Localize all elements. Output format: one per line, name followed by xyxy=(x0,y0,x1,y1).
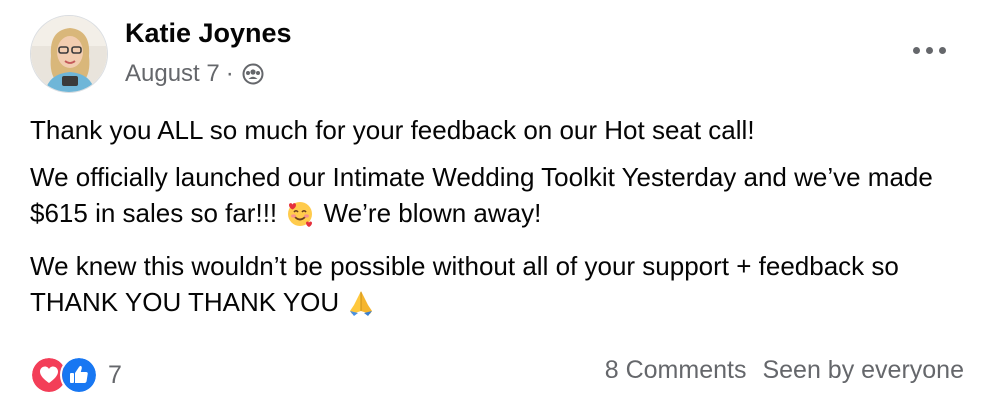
meta-separator: · xyxy=(225,60,234,87)
comments-count-link[interactable]: 8 Comments xyxy=(605,356,747,385)
group-icon[interactable] xyxy=(242,63,264,85)
post-meta: August 7 · xyxy=(125,60,264,88)
like-reaction-icon xyxy=(60,356,98,394)
post-body: Thank you ALL so much for your feedback … xyxy=(30,112,970,337)
folded-hands-emoji xyxy=(348,289,374,326)
post-text: We’re blown away! xyxy=(323,198,542,228)
post-text: We knew this wouldn’t be possible withou… xyxy=(30,251,899,317)
reaction-count: 7 xyxy=(108,360,122,389)
reactions-summary[interactable]: 7 xyxy=(30,356,122,394)
post-card: Katie Joynes August 7 · Thank you ALL so… xyxy=(0,0,994,412)
more-options-icon[interactable] xyxy=(910,38,950,64)
post-stats: 8 Comments Seen by everyone xyxy=(605,356,964,385)
post-paragraph: We knew this wouldn’t be possible withou… xyxy=(30,248,970,326)
post-footer: 7 8 Comments Seen by everyone xyxy=(30,352,964,396)
author-name[interactable]: Katie Joynes xyxy=(125,18,292,49)
post-date[interactable]: August 7 xyxy=(125,60,220,88)
avatar[interactable] xyxy=(30,15,108,93)
post-paragraph: Thank you ALL so much for your feedback … xyxy=(30,115,755,145)
smiling-face-with-hearts-emoji xyxy=(286,200,314,237)
seen-by-link[interactable]: Seen by everyone xyxy=(762,356,964,385)
post-paragraph: We officially launched our Intimate Wedd… xyxy=(30,159,970,237)
